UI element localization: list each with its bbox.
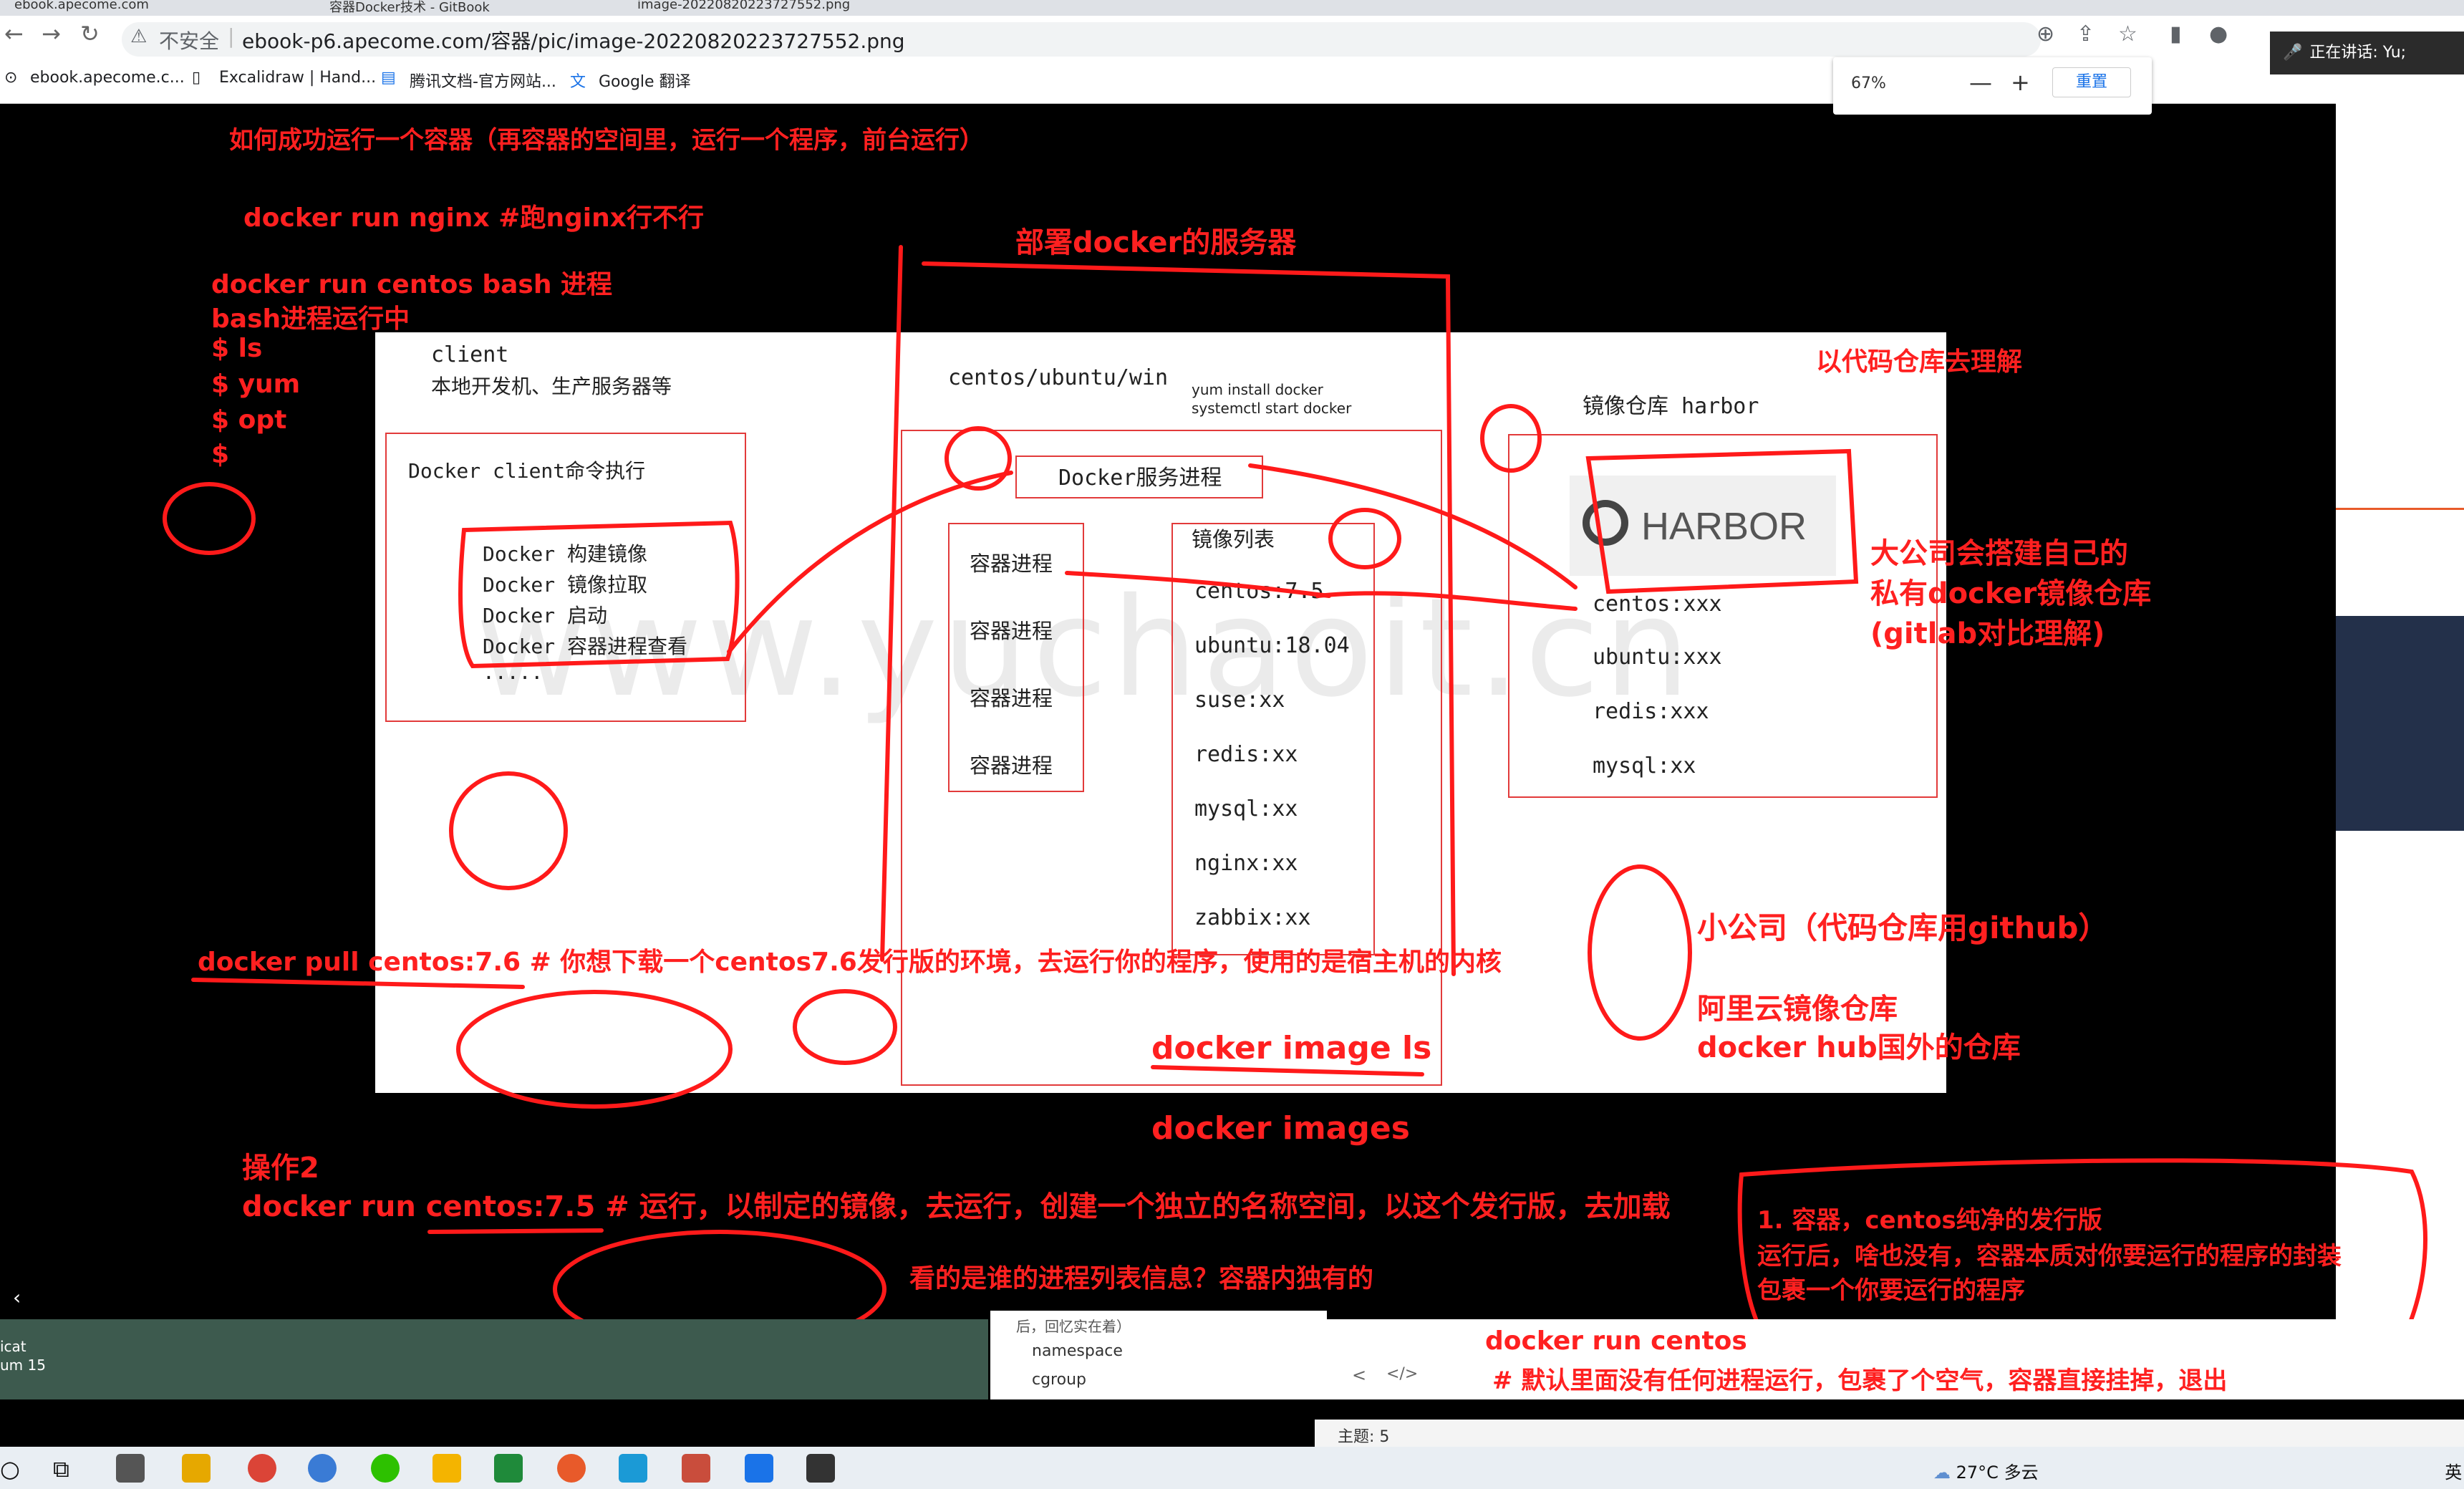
weather-icon: ☁ xyxy=(1933,1463,1951,1483)
app-icon[interactable] xyxy=(494,1454,523,1483)
harbor-frame xyxy=(1585,448,1859,594)
app-icon[interactable] xyxy=(619,1454,647,1483)
wechat-icon[interactable] xyxy=(371,1454,400,1483)
outline-header: 后，回忆实在着） xyxy=(1016,1318,1131,1335)
run-centos-annotation: docker run centos:7.5 # 运行，以制定的镜像，去运行，创建… xyxy=(242,1190,1671,1223)
arrow-images-container xyxy=(1065,571,1331,598)
editor-statusbar: 主题: 5 xyxy=(1315,1420,2464,1447)
underline xyxy=(1151,1065,1424,1076)
small-company-annotation: 小公司（代码仓库用github） xyxy=(1697,910,2109,945)
underline xyxy=(191,978,525,989)
run-centos2-note: # 默认里面没有任何进程运行，包裹了个空气，容器直接挂掉，退出 xyxy=(1492,1367,2228,1395)
circle-44 xyxy=(793,989,897,1065)
background-app-area: icat um 15 xyxy=(0,1319,988,1399)
ps-question-annotation: 看的是谁的进程列表信息？容器内独有的 xyxy=(909,1264,1374,1293)
circle-images-4 xyxy=(1328,508,1401,569)
app-icon[interactable] xyxy=(745,1454,773,1483)
circle-11 xyxy=(163,482,256,555)
editor-source-button[interactable]: </> xyxy=(1386,1365,1418,1383)
task-view-icon[interactable]: ⧉ xyxy=(53,1455,69,1483)
app-icon[interactable] xyxy=(557,1454,586,1483)
left-app-label: um 15 xyxy=(0,1357,46,1374)
container-note-line: 1. 容器，centos纯净的发行版 xyxy=(1757,1206,2102,1235)
system-tray: ☁ 27°C 多云 英 xyxy=(1933,1458,2462,1483)
search-icon[interactable]: ○ xyxy=(0,1455,20,1483)
container-note-line: 运行后，啥也没有，容器本质对你要运行的程序的封装 xyxy=(1757,1242,2342,1271)
editor-back-button[interactable]: < xyxy=(1352,1365,1366,1385)
circle-big-3 xyxy=(1588,864,1692,1041)
server-bracket xyxy=(880,245,903,962)
arrow-client-server xyxy=(727,471,1013,654)
left-app-label: icat xyxy=(0,1338,26,1355)
weather-text: 27°C 多云 xyxy=(1956,1463,2039,1483)
pull-annotation: docker pull centos:7.6 # 你想下载一个centos7.6… xyxy=(198,948,1502,977)
circle-marker-1 xyxy=(449,771,568,890)
app-icon[interactable] xyxy=(806,1454,835,1483)
big-company-line: 私有docker镜像仓库 xyxy=(1870,577,2152,610)
aliyun-annotation: 阿里云镜像仓库 xyxy=(1697,993,1898,1026)
big-company-line: 大公司会搭建自己的 xyxy=(1870,537,2128,570)
outline-panel: 后，回忆实在着） namespace cgroup xyxy=(990,1311,1327,1399)
arrow-service-registry xyxy=(1248,463,1578,589)
repo-hint-annotation: 以代码仓库去理解 xyxy=(1816,347,2023,377)
big-company-line: (gitlab对比理解) xyxy=(1870,617,2105,650)
arrow-registry-images xyxy=(1315,591,1578,611)
app-icon[interactable] xyxy=(308,1454,337,1483)
theme-status: 主题: 5 xyxy=(1338,1428,1390,1446)
collapse-left-icon[interactable]: ‹ xyxy=(13,1286,42,1314)
app-icon[interactable] xyxy=(116,1454,145,1483)
dockerhub-annotation: docker hub国外的仓库 xyxy=(1697,1031,2021,1064)
underline xyxy=(427,1228,604,1234)
run-centos2-annotation: docker run centos xyxy=(1485,1326,1747,1356)
chrome-icon[interactable] xyxy=(248,1454,276,1483)
app-icon[interactable] xyxy=(182,1454,211,1483)
server-bracket xyxy=(922,261,1456,976)
images-annotation: docker images xyxy=(1151,1110,1410,1147)
op2-annotation: 操作2 xyxy=(242,1152,319,1185)
lang-indicator[interactable]: 英 xyxy=(2445,1463,2462,1483)
app-icon[interactable] xyxy=(682,1454,710,1483)
client-bracket xyxy=(458,520,740,669)
app-icon[interactable] xyxy=(433,1454,461,1483)
circle-1-4 xyxy=(456,990,733,1109)
image-ls-annotation: docker image ls xyxy=(1151,1030,1432,1066)
container-note-line: 包裹一个你要运行的程序 xyxy=(1757,1276,2025,1305)
outline-item[interactable]: namespace xyxy=(1032,1342,1123,1360)
circle-registry xyxy=(1480,404,1542,473)
outline-item[interactable]: cgroup xyxy=(1032,1371,1086,1389)
